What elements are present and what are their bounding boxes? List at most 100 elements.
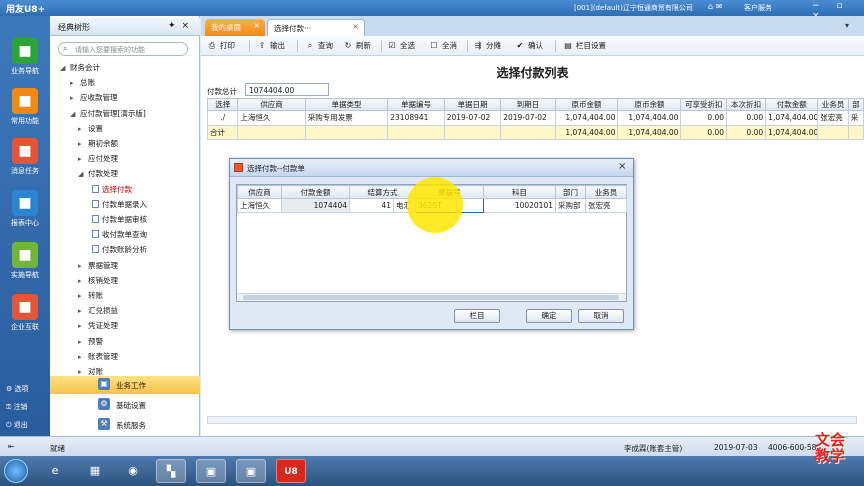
tab-my-desktop[interactable]: 我的桌面 × [205, 19, 265, 36]
terminal2-icon[interactable]: ▣ [236, 459, 266, 483]
grid-cell[interactable]: 1,074,404.00 [617, 110, 682, 126]
nav-message[interactable]: ■ 消息任务 [0, 134, 50, 180]
cell-account[interactable]: 10020101 [483, 198, 556, 213]
tree-bottom-item[interactable]: ⚙ 基础设置 [50, 396, 200, 414]
customer-service-menu[interactable]: 客户服务 [744, 3, 772, 13]
payment-total-field[interactable]: 1074404.00 [245, 83, 329, 96]
cell-dept[interactable]: 采购部 [555, 198, 586, 213]
grid-column-header[interactable]: 单据编号 [387, 98, 445, 111]
grid-cell[interactable]: 1,074,404.00 [554, 110, 619, 126]
grid-column-header[interactable]: 到期日 [500, 98, 556, 111]
tree-node[interactable]: 付款账龄分析 [92, 244, 147, 255]
grid-cell[interactable]: 0.00 [726, 110, 767, 126]
grid-cell[interactable]: 2019-07-02 [443, 110, 502, 126]
grid-cell[interactable]: 采购专用发票 [304, 110, 389, 126]
toolbar-button[interactable]: ↻ 刷新 [343, 40, 371, 51]
start-button-icon[interactable] [4, 459, 28, 483]
expand-arrow-icon[interactable]: ▸ [78, 140, 88, 148]
tree-node[interactable]: ▸ 预警 [78, 336, 103, 347]
tree-node[interactable]: ▸ 总账 [70, 77, 95, 88]
expand-arrow-icon[interactable]: ▸ [78, 322, 88, 330]
terminal-icon[interactable]: ▣ [196, 459, 226, 483]
tree-node[interactable]: 选择付款 [92, 184, 132, 195]
close-icon[interactable]: × [253, 21, 260, 30]
tree-bottom-item[interactable]: ⚒ 系统服务 [50, 416, 200, 434]
home-icon[interactable]: ⌂ ✉ [708, 2, 722, 11]
table-row[interactable]: ./上海恒久 采购专用发票 23108941 2019-07-02 2019-07-02… [206, 110, 864, 126]
grid-column-header[interactable]: 供应商 [237, 98, 306, 111]
close-icon[interactable]: × [352, 22, 359, 31]
pin-icon[interactable]: ✦× [168, 21, 195, 31]
grid-cell[interactable]: 采 [847, 110, 864, 126]
tree-node[interactable]: ▸ 应收款管理 [70, 92, 118, 103]
col-settlement[interactable]: 结算方式 [349, 185, 416, 199]
tree-node[interactable]: ▸ 凭证处理 [78, 320, 118, 331]
tree-node[interactable]: ◢ 应付款管理[演示版] [70, 108, 146, 119]
expand-arrow-icon[interactable]: ▸ [70, 79, 80, 87]
grid-column-header[interactable]: 原币金额 [554, 98, 619, 111]
grid-column-header[interactable]: 原币余额 [617, 98, 682, 111]
cancel-button[interactable]: 取消 [578, 309, 624, 323]
tree-node[interactable]: ▸ 转账 [78, 290, 103, 301]
grid-horizontal-scrollbar[interactable] [207, 416, 857, 424]
toolbar-button[interactable]: ⇪ 输出 [257, 40, 285, 51]
tree-node[interactable]: ◢ 财务会计 [60, 62, 100, 73]
grid-cell[interactable]: 张宏亮 [817, 110, 849, 126]
expand-arrow-icon[interactable]: ▸ [70, 94, 80, 102]
grid-column-header[interactable]: 选择 [206, 98, 239, 111]
col-amount[interactable]: 付款金额 [281, 185, 350, 199]
toolbar-button[interactable]: ☑ 全选 [387, 40, 415, 51]
tree-node[interactable]: 收付款单查询 [92, 229, 147, 240]
toolbar-button[interactable]: ⎙ 打印 [207, 40, 235, 51]
cell-clerk[interactable]: 张宏亮 [585, 198, 627, 213]
expand-arrow-icon[interactable]: ▸ [78, 125, 88, 133]
grid-cell[interactable]: 上海恒久 [237, 110, 306, 126]
nav-business-nav[interactable]: ■ 业务导航 [0, 34, 50, 80]
collapse-arrow-icon[interactable]: ◢ [70, 110, 80, 118]
expand-arrow-icon[interactable]: ▸ [78, 277, 88, 285]
grid-column-header[interactable]: 可享受折扣 [680, 98, 728, 111]
tree-node[interactable]: ▸ 票据管理 [78, 260, 118, 271]
expand-arrow-icon[interactable]: ▸ [78, 262, 88, 270]
cell-settle-code[interactable]: 41 [349, 198, 394, 213]
columns-button[interactable]: 栏目 [454, 309, 500, 323]
toolbar-button[interactable]: ⇶ 分摊 [473, 40, 501, 51]
toolbar-button[interactable]: ▤ 栏目设置 [563, 40, 606, 51]
collapse-arrow-icon[interactable]: ◢ [60, 64, 70, 72]
expand-arrow-icon[interactable]: ▸ [78, 155, 88, 163]
function-search-input[interactable]: ⌕ 请输入您要搜索的功能 [58, 42, 188, 56]
tab-select-payment[interactable]: 选择付款··· × [267, 19, 365, 36]
nav-link[interactable]: ■ 企业互联 [0, 290, 50, 336]
nav-compass[interactable]: ■ 实施导航 [0, 238, 50, 284]
col-supplier[interactable]: 供应商 [237, 185, 282, 199]
grid-cell[interactable]: 1,074,404.00 [765, 110, 819, 126]
nav-bottom-item[interactable]: ⚙ 选项 [6, 384, 29, 394]
tree-node[interactable]: ▸ 汇兑损益 [78, 305, 118, 316]
expand-arrow-icon[interactable]: ▸ [78, 292, 88, 300]
tree-node[interactable]: ▸ 应付处理 [78, 153, 118, 164]
tree-node[interactable]: 付款单据录入 [92, 199, 147, 210]
explorer-icon[interactable]: ▦ [80, 459, 110, 483]
nav-bottom-item[interactable]: ⏻ 退出 [6, 420, 28, 430]
toolbar-button[interactable]: ☐ 全消 [429, 40, 457, 51]
tree-node[interactable]: ◢ 付款处理 [78, 168, 118, 179]
col-account[interactable]: 科目 [483, 185, 556, 199]
grid-cell[interactable]: 23108941 [387, 110, 445, 126]
grid-column-header[interactable]: 业务员 [817, 98, 849, 111]
tree-node[interactable]: ▸ 设置 [78, 123, 103, 134]
expand-arrow-icon[interactable]: ▸ [78, 338, 88, 346]
tree-node[interactable]: 付款单据审核 [92, 214, 147, 225]
expand-arrow-icon[interactable]: ▸ [78, 307, 88, 315]
col-clerk[interactable]: 业务员 [585, 185, 627, 199]
grid-column-header[interactable]: 单据类型 [304, 98, 389, 111]
toolbar-button[interactable]: ✔ 确认 [515, 40, 543, 51]
grid-column-header[interactable]: 付款金额 [765, 98, 819, 111]
grid-cell[interactable]: 2019-07-02 [500, 110, 556, 126]
grid-column-header[interactable]: 部 [847, 98, 864, 111]
grid-cell[interactable]: ./ [206, 110, 239, 126]
tree-node[interactable]: ▸ 期初余额 [78, 138, 118, 149]
expand-icon[interactable]: ⇤ [8, 442, 15, 451]
chrome-icon[interactable]: ◉ [118, 459, 148, 483]
dialog-horizontal-scrollbar[interactable] [237, 293, 626, 301]
ie-icon[interactable]: e [40, 459, 70, 483]
